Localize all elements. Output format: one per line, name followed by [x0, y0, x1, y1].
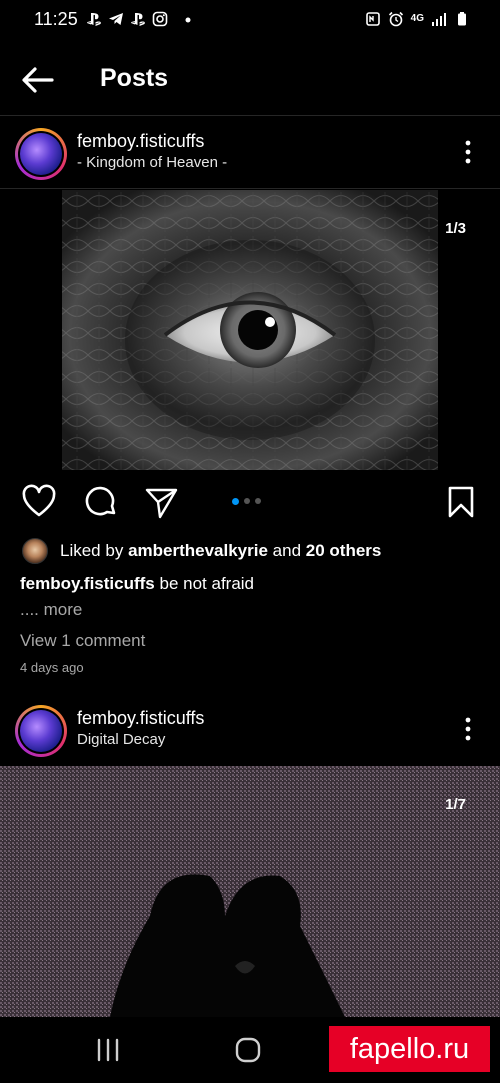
post-header: femboy.fisticuffs Digital Decay: [0, 705, 500, 765]
caption-username[interactable]: femboy.fisticuffs: [20, 574, 155, 593]
post-username[interactable]: femboy.fisticuffs: [77, 708, 204, 729]
post-header-divider: [0, 188, 500, 189]
post-actions: [0, 482, 500, 522]
carousel-counter: 1/3: [445, 220, 466, 237]
header-divider: [0, 115, 500, 116]
save-button[interactable]: [443, 484, 479, 520]
4g-lte-icon: 4G: [410, 13, 424, 24]
signal-icon: [432, 13, 446, 26]
bookmark-icon: [448, 486, 474, 518]
eye-artwork-image: [62, 190, 438, 470]
more-vertical-icon: [465, 140, 471, 164]
post-timestamp: 4 days ago: [20, 660, 84, 675]
liked-by-and: and: [272, 541, 302, 560]
post-options-button[interactable]: [458, 715, 478, 743]
digital-decay-image: [0, 766, 500, 1017]
avatar[interactable]: [15, 128, 67, 180]
heart-icon: [22, 484, 56, 517]
post-location[interactable]: Digital Decay: [77, 731, 165, 748]
carousel-indicator: [232, 497, 261, 505]
home-icon: [235, 1037, 261, 1063]
caption-text: be not afraid: [159, 574, 255, 593]
watermark: fapello.ru: [329, 1026, 490, 1072]
comment-icon: [85, 486, 116, 516]
like-button[interactable]: [21, 484, 57, 520]
carousel-dot: [244, 498, 250, 504]
post-location[interactable]: - Kingdom of Heaven -: [77, 154, 227, 171]
battery-icon: [458, 12, 466, 26]
page-title: Posts: [100, 64, 169, 92]
post-image-carousel[interactable]: 1/7: [0, 766, 500, 1017]
status-bar: 11:25 4G: [0, 0, 500, 40]
post-options-button[interactable]: [458, 138, 478, 166]
post-caption: femboy.fisticuffs be not afraid: [20, 574, 254, 594]
more-vertical-icon: [465, 717, 471, 741]
status-notification-icons: [86, 8, 196, 30]
dot-icon: [185, 17, 191, 23]
back-arrow-icon: [22, 67, 54, 93]
home-button[interactable]: [228, 1033, 268, 1067]
instagram-icon: [152, 11, 168, 27]
recent-apps-icon: [97, 1038, 119, 1062]
comment-button[interactable]: [83, 484, 119, 520]
back-button[interactable]: [18, 62, 58, 98]
view-comments-link[interactable]: View 1 comment: [20, 631, 145, 651]
carousel-counter: 1/7: [445, 796, 466, 813]
liker-avatar: [22, 538, 48, 564]
carousel-dot: [255, 498, 261, 504]
liked-by-prefix: Liked by: [60, 541, 124, 560]
liked-by-user[interactable]: amberthevalkyrie: [128, 541, 268, 561]
carousel-dot-active: [232, 497, 239, 505]
liked-by-row[interactable]: Liked by amberthevalkyrie and 20 others: [22, 538, 381, 564]
post-image-carousel[interactable]: 1/3: [0, 190, 500, 470]
playstation-icon: [131, 13, 145, 26]
playstation-icon: [87, 13, 101, 26]
share-button[interactable]: [143, 484, 179, 520]
status-system-icons: 4G: [365, 8, 470, 30]
liked-by-others[interactable]: 20 others: [306, 541, 382, 561]
post-username[interactable]: femboy.fisticuffs: [77, 131, 204, 152]
send-icon: [145, 488, 178, 519]
post-header: femboy.fisticuffs - Kingdom of Heaven -: [0, 128, 500, 188]
avatar[interactable]: [15, 705, 67, 757]
status-time: 11:25: [34, 9, 78, 29]
caption-more-link[interactable]: .... more: [20, 600, 82, 620]
recent-apps-button[interactable]: [88, 1033, 128, 1067]
telegram-icon: [109, 13, 123, 25]
nfc-icon: [365, 12, 380, 26]
top-app-bar: Posts: [0, 52, 500, 108]
alarm-icon: [388, 11, 403, 27]
